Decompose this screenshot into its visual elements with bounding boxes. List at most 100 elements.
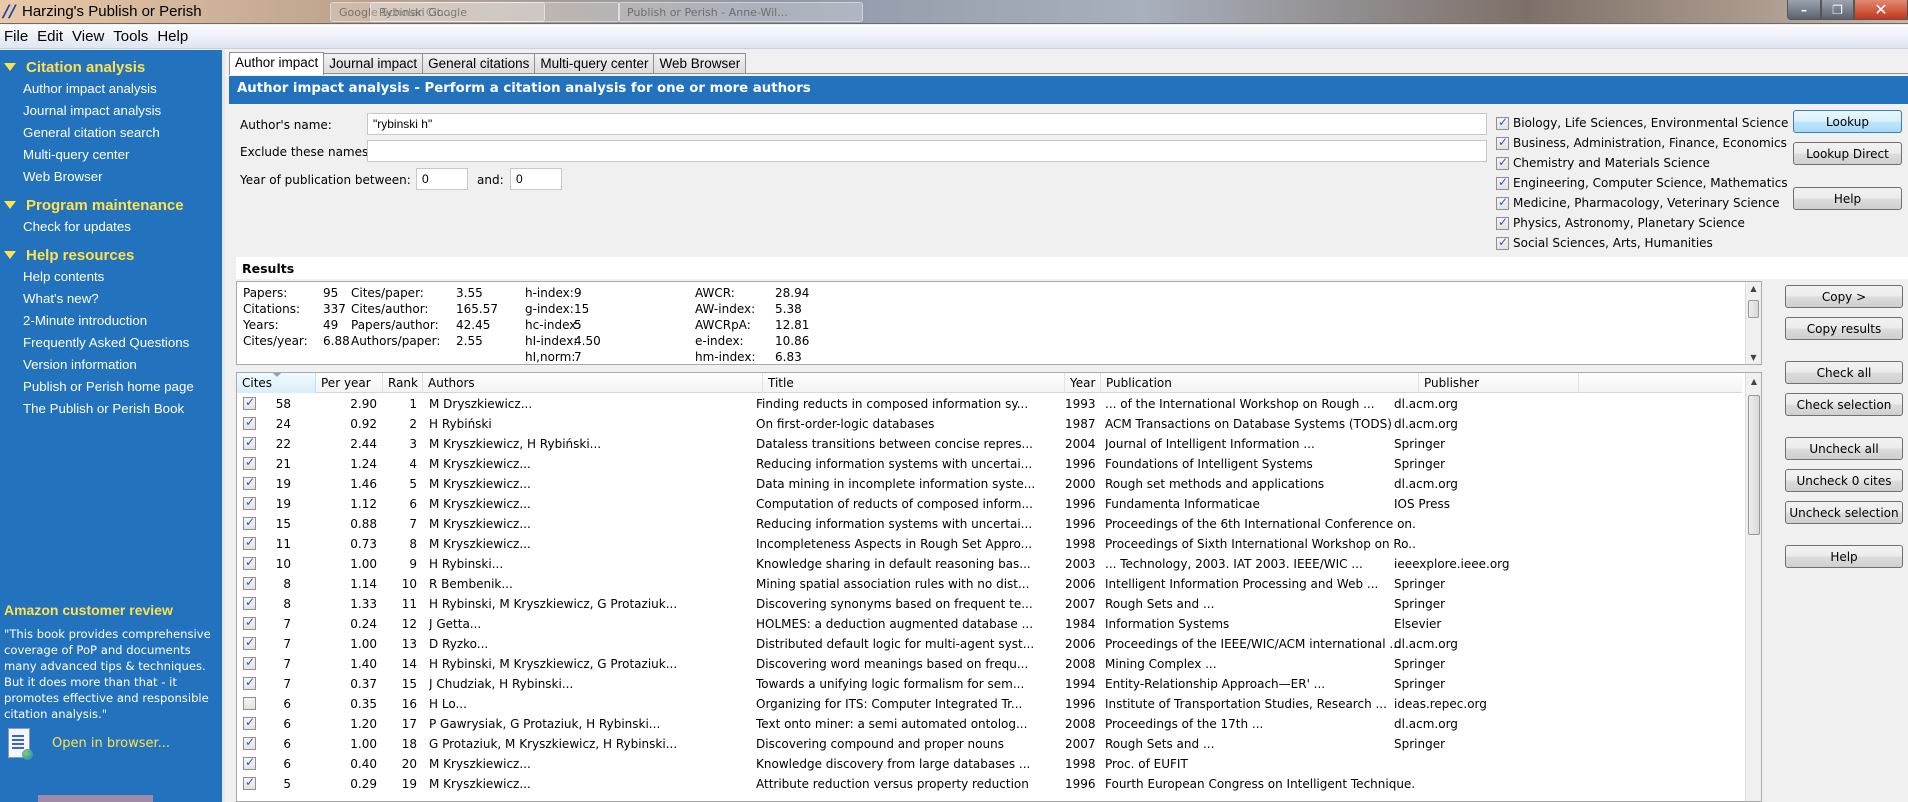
row-checkbox[interactable] — [243, 697, 256, 710]
sidebar-item[interactable]: Check for updates — [0, 216, 222, 238]
menu-view[interactable]: View — [68, 25, 109, 45]
row-checkbox[interactable] — [243, 495, 256, 510]
table-row[interactable]: 7 1.40 14 H Rybinski, M Kryszkiewicz, G Pro… — [237, 654, 1742, 674]
sidebar-item[interactable]: Multi-query center — [0, 144, 222, 166]
subject-checkbox[interactable] — [1496, 235, 1509, 250]
subject-checkbox-row[interactable]: Business, Administration, Finance, Econo… — [1496, 133, 1788, 153]
sidebar-item[interactable]: Version information — [0, 354, 222, 376]
row-checkbox[interactable] — [243, 515, 256, 530]
subject-checkbox-row[interactable]: Social Sciences, Arts, Humanities — [1496, 233, 1788, 253]
table-row[interactable]: 24 0.92 2 H Rybiński On first-order-logic da… — [237, 414, 1742, 434]
table-row[interactable]: 15 0.88 7 M Kryszkiewicz... Reducing informa… — [237, 514, 1742, 534]
row-checkbox[interactable] — [243, 775, 256, 790]
author-name-input[interactable] — [367, 113, 1487, 135]
menu-help[interactable]: Help — [153, 25, 193, 45]
subject-checkbox-row[interactable]: Engineering, Computer Science, Mathemati… — [1496, 173, 1788, 193]
subject-checkbox[interactable] — [1496, 195, 1509, 210]
column-header-authors[interactable]: Authors — [423, 373, 763, 393]
subject-checkbox[interactable] — [1496, 115, 1509, 130]
column-header-year[interactable]: Year — [1065, 373, 1101, 393]
year-from-input[interactable] — [416, 168, 468, 190]
row-checkbox[interactable] — [243, 475, 256, 490]
row-checkbox[interactable] — [243, 595, 256, 610]
sidebar-item[interactable]: 2-Minute introduction — [0, 310, 222, 332]
subject-checkbox[interactable] — [1496, 155, 1509, 170]
lookup-direct-button[interactable]: Lookup Direct — [1793, 142, 1902, 165]
table-row[interactable]: 6 0.35 16 H Lo... Organizing for ITS: Comput… — [237, 694, 1742, 714]
lookup-button[interactable]: Lookup — [1793, 110, 1902, 133]
minimize-button[interactable]: – — [1787, 0, 1821, 20]
column-header-title[interactable]: Title — [763, 373, 1065, 393]
open-in-browser-link[interactable]: Open in browser... — [52, 736, 170, 751]
column-header-per-year[interactable]: Per year — [316, 373, 383, 393]
tab-web-browser[interactable]: Web Browser — [653, 53, 747, 74]
column-header-rank[interactable]: Rank — [383, 373, 423, 393]
row-checkbox[interactable] — [243, 675, 256, 690]
sidebar-item[interactable]: Author impact analysis — [0, 78, 222, 100]
row-checkbox[interactable] — [243, 735, 256, 750]
sidebar-item[interactable]: Web Browser — [0, 166, 222, 188]
row-checkbox[interactable] — [243, 415, 256, 430]
sidebar-item[interactable]: Frequently Asked Questions — [0, 332, 222, 354]
column-header-cites[interactable]: Cites — [237, 373, 316, 393]
sidebar-item[interactable]: General citation search — [0, 122, 222, 144]
table-row[interactable]: 21 1.24 4 M Kryszkiewicz... Reducing informa… — [237, 454, 1742, 474]
subject-checkbox-row[interactable]: Chemistry and Materials Science — [1496, 153, 1788, 173]
table-row[interactable]: 6 0.40 20 M Kryszkiewicz... Knowledge discov… — [237, 754, 1742, 774]
column-header-publication[interactable]: Publication — [1101, 373, 1419, 393]
subject-checkbox[interactable] — [1496, 175, 1509, 190]
subject-checkbox[interactable] — [1496, 215, 1509, 230]
table-row[interactable]: 8 1.14 10 R Bembenik... Mining spatial assoc… — [237, 574, 1742, 594]
copy-button[interactable]: Copy > — [1785, 285, 1903, 308]
table-row[interactable]: 19 1.12 6 M Kryszkiewicz... Computation of r… — [237, 494, 1742, 514]
subject-checkbox-row[interactable]: Medicine, Pharmacology, Veterinary Scien… — [1496, 193, 1788, 213]
sidebar-item[interactable]: The Publish or Perish Book — [0, 398, 222, 420]
help-button-top[interactable]: Help — [1793, 187, 1902, 210]
table-row[interactable]: 5 0.29 19 M Kryszkiewicz... Attribute reduct… — [237, 774, 1742, 794]
table-row[interactable]: 22 2.44 3 M Kryszkiewicz, H Rybiński... Data… — [237, 434, 1742, 454]
row-checkbox[interactable] — [243, 615, 256, 630]
row-checkbox[interactable] — [243, 755, 256, 770]
check-selection-button[interactable]: Check selection — [1785, 393, 1903, 416]
column-header-publisher[interactable]: Publisher — [1419, 373, 1579, 393]
stats-scrollbar[interactable]: ▲ ▼ — [1745, 282, 1761, 364]
table-row[interactable]: 10 1.00 9 H Rybinski... Knowledge sharing in… — [237, 554, 1742, 574]
sidebar-item[interactable]: What's new? — [0, 288, 222, 310]
scroll-thumb[interactable] — [1748, 300, 1759, 318]
subject-checkbox[interactable] — [1496, 135, 1509, 150]
scroll-up-icon[interactable]: ▲ — [1746, 284, 1761, 293]
table-row[interactable]: 19 1.46 5 M Kryszkiewicz... Data mining in i… — [237, 474, 1742, 494]
table-row[interactable]: 6 1.00 18 G Protaziuk, M Kryszkiewicz, H Ry… — [237, 734, 1742, 754]
sidebar-group-header[interactable]: Program maintenance — [0, 194, 222, 216]
uncheck-zero-cites-button[interactable]: Uncheck 0 cites — [1785, 469, 1903, 492]
uncheck-selection-button[interactable]: Uncheck selection — [1785, 501, 1903, 524]
menu-edit[interactable]: Edit — [33, 25, 68, 45]
tab-journal-impact[interactable]: Journal impact — [323, 53, 424, 74]
tab-multi-query-center[interactable]: Multi-query center — [534, 53, 655, 74]
table-row[interactable]: 11 0.73 8 M Kryszkiewicz... Incompleteness A… — [237, 534, 1742, 554]
row-checkbox[interactable] — [243, 655, 256, 670]
table-row[interactable]: 7 0.24 12 J Getta... HOLMES: a deduction aug… — [237, 614, 1742, 634]
row-checkbox[interactable] — [243, 395, 256, 410]
row-checkbox[interactable] — [243, 635, 256, 650]
year-to-input[interactable] — [510, 168, 562, 190]
table-row[interactable]: 6 1.20 17 P Gawrysiak, G Protaziuk, H Rybin… — [237, 714, 1742, 734]
row-checkbox[interactable] — [243, 575, 256, 590]
sidebar-item[interactable]: Journal impact analysis — [0, 100, 222, 122]
sidebar-item[interactable]: Publish or Perish home page — [0, 376, 222, 398]
scroll-up-icon[interactable]: ▲ — [1746, 377, 1761, 386]
row-checkbox[interactable] — [243, 555, 256, 570]
scroll-down-icon[interactable]: ▼ — [1746, 353, 1761, 362]
tab-general-citations[interactable]: General citations — [422, 53, 536, 74]
row-checkbox[interactable] — [243, 535, 256, 550]
collapse-triangle-icon[interactable] — [4, 201, 16, 209]
check-all-button[interactable]: Check all — [1785, 361, 1903, 384]
tab-author-impact[interactable]: Author impact — [229, 52, 325, 75]
uncheck-all-button[interactable]: Uncheck all — [1785, 437, 1903, 460]
table-row[interactable]: 8 1.33 11 H Rybinski, M Kryszkiewicz, G Pro… — [237, 594, 1742, 614]
sidebar-item[interactable]: Help contents — [0, 266, 222, 288]
table-row[interactable]: 7 1.00 13 D Ryzko... Distributed default log… — [237, 634, 1742, 654]
maximize-button[interactable]: ❐ — [1821, 0, 1854, 20]
sidebar-group-header[interactable]: Citation analysis — [0, 56, 222, 78]
row-checkbox[interactable] — [243, 435, 256, 450]
